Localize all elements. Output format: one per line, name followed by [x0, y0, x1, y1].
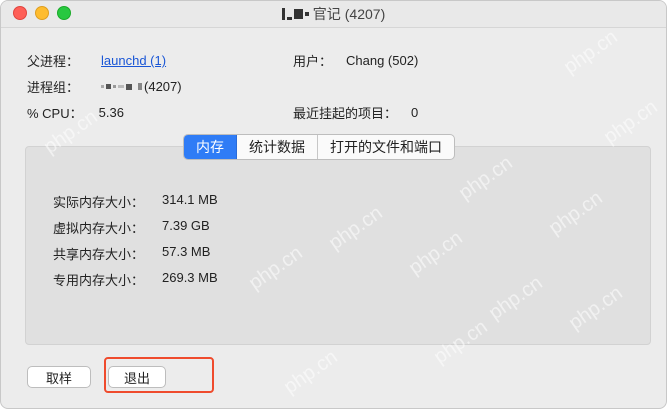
watermark: php.cn [279, 345, 342, 399]
user-label: 用户： [293, 54, 333, 69]
redacted-text-icon [281, 8, 309, 20]
watermark: php.cn [484, 271, 547, 325]
process-group-value: (4207) [101, 79, 182, 94]
memory-panel: php.cn php.cn php.cn php.cn php.cn php.c… [25, 146, 651, 345]
tab-open-files-ports[interactable]: 打开的文件和端口 [318, 135, 454, 159]
cpu-label: % CPU： [27, 106, 83, 121]
private-memory-label: 专用内存大小： [53, 273, 145, 288]
private-memory-value: 269.3 MB [162, 270, 218, 285]
sample-button[interactable]: 取样 [27, 366, 91, 388]
virtual-memory-value: 7.39 GB [162, 218, 210, 233]
window-title: 官记 (4207) [281, 4, 386, 24]
zoom-button[interactable] [57, 6, 71, 20]
watermark: php.cn [599, 95, 662, 149]
user-row: 用户： Chang (502) [293, 51, 418, 70]
activity-window: 官记 (4207) 父进程： launchd (1) 用户： Chang (50… [0, 0, 667, 409]
process-group-row: 进程组： (4207) [27, 77, 182, 96]
watermark: php.cn [244, 241, 307, 295]
window-title-pid: (4207) [344, 6, 386, 22]
user-value: Chang (502) [346, 53, 419, 68]
quit-highlight-box [104, 357, 214, 393]
recent-hangs-value: 0 [411, 105, 419, 120]
tab-statistics[interactable]: 统计数据 [237, 135, 318, 159]
watermark: php.cn [559, 25, 622, 79]
tab-memory[interactable]: 内存 [184, 135, 237, 159]
watermark: php.cn [544, 186, 607, 240]
window-title-mid: 官记 [312, 6, 341, 22]
recent-hangs-row: 最近挂起的项目： 0 [293, 103, 418, 122]
minimize-button[interactable] [35, 6, 49, 20]
parent-process-label: 父进程： [27, 54, 80, 69]
process-group-pid: (4207) [144, 79, 182, 94]
shared-memory-label: 共享内存大小： [53, 247, 145, 262]
real-memory-label: 实际内存大小： [53, 195, 145, 210]
watermark: php.cn [454, 151, 517, 205]
watermark: php.cn [564, 281, 627, 335]
close-button[interactable] [13, 6, 27, 20]
title-bar: 官记 (4207) [1, 1, 666, 28]
real-memory-value: 314.1 MB [162, 192, 218, 207]
virtual-memory-label: 虚拟内存大小： [53, 221, 145, 236]
recent-hangs-label: 最近挂起的项目： [293, 106, 398, 121]
watermark: php.cn [324, 201, 387, 255]
watermark: php.cn [404, 226, 467, 280]
redacted-name-icon [101, 83, 143, 90]
parent-process-row: 父进程： launchd (1) [27, 51, 166, 70]
tab-bar: 内存 统计数据 打开的文件和端口 [183, 134, 455, 160]
cpu-value: 5.36 [98, 105, 124, 120]
cpu-row: % CPU： 5.36 [27, 103, 124, 122]
shared-memory-value: 57.3 MB [162, 244, 211, 259]
process-group-label: 进程组： [27, 80, 80, 95]
window-controls [13, 6, 71, 20]
parent-process-link[interactable]: launchd (1) [101, 53, 166, 68]
